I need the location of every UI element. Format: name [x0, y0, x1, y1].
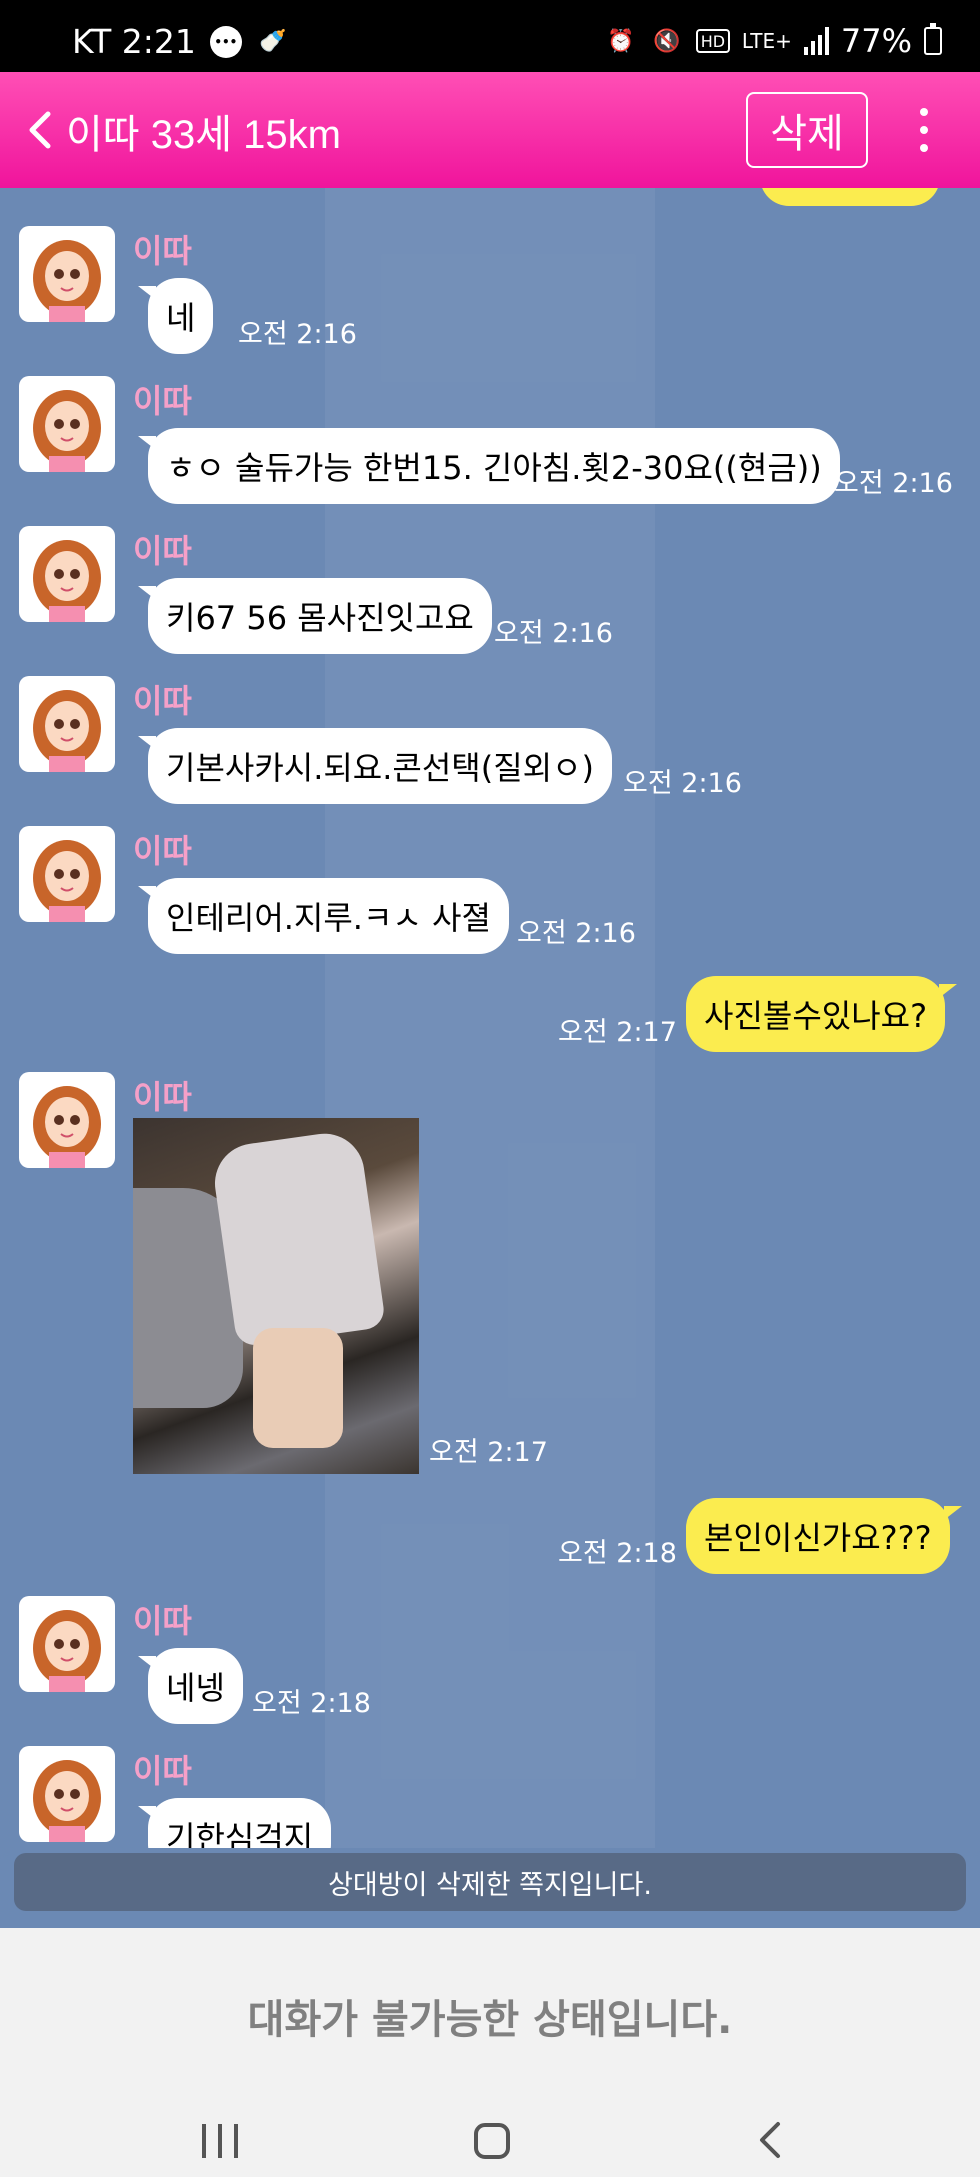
sender-name: 이따	[133, 232, 192, 270]
message-bubble[interactable]: 기본사카시.되요.콘선택(질외ㅇ)	[137, 728, 613, 804]
avatar[interactable]	[19, 676, 115, 772]
message-time: 오전 2:17	[429, 1437, 548, 1468]
avatar[interactable]	[19, 526, 115, 622]
messenger-notification-icon: •••	[209, 25, 242, 58]
message-time: 오전 2:16	[517, 918, 636, 949]
carrier-time: KT 2:21	[72, 22, 196, 61]
photo-message[interactable]	[133, 1118, 419, 1474]
avatar[interactable]	[19, 376, 115, 472]
sender-name: 이따	[133, 532, 192, 570]
sender-name: 이따	[133, 682, 192, 720]
chat-header: 이따 33세 15km 삭제	[0, 72, 980, 188]
avatar[interactable]	[19, 826, 115, 922]
sender-name: 이따	[133, 1078, 192, 1116]
recent-apps-icon[interactable]	[200, 2104, 240, 2177]
sender-name: 이따	[133, 1752, 192, 1790]
status-bar: KT 2:21 ••• 🍼 ⏰ 🔇 HD LTE+ 77%	[0, 0, 980, 72]
hd-voice-icon: HD	[695, 29, 730, 53]
mute-icon: 🔇	[653, 28, 681, 54]
nav-back-icon[interactable]	[752, 2104, 788, 2177]
message-bubble[interactable]: 키67 56 몸사진잇고요	[138, 578, 492, 654]
chat-title: 이따 33세 15km	[66, 113, 341, 157]
sender-name: 이따	[133, 832, 192, 870]
message-time: 오전 2:16	[834, 468, 953, 499]
sender-name: 이따	[133, 1602, 192, 1640]
message-bubble[interactable]: 인테리어.지루.ㅋㅅ 사졀	[138, 878, 509, 954]
my-message-bubble[interactable]: 본인이신가요???	[686, 1498, 962, 1574]
avatar[interactable]	[19, 1596, 115, 1692]
alarm-icon: ⏰	[607, 28, 635, 54]
sender-name: 이따	[133, 382, 192, 420]
cut-off-bubble	[760, 188, 940, 206]
chat-unavailable-notice: 대화가 불가능한 상태입니다.	[0, 1928, 980, 2104]
message-time: 오전 2:16	[623, 768, 742, 799]
home-icon[interactable]	[472, 2104, 512, 2177]
baby-bottle-icon: 🍼	[259, 29, 287, 54]
delete-button[interactable]: 삭제	[746, 92, 868, 168]
message-time: 오전 2:18	[252, 1688, 371, 1719]
avatar[interactable]	[19, 1746, 115, 1842]
message-time: 오전 2:16	[494, 618, 613, 649]
more-options-icon[interactable]	[914, 108, 934, 152]
my-message-bubble[interactable]: 사진볼수있나요?	[686, 976, 958, 1052]
signal-icon	[803, 27, 829, 55]
network-type: LTE+	[741, 29, 792, 53]
battery-percent: 77%	[840, 22, 912, 60]
back-arrow-icon[interactable]	[22, 108, 62, 152]
chat-area[interactable]: 이따 네 오전 2:16 이따 ㅎㅇ 술듀가능 한번15. 긴아침.횟2-30요…	[0, 188, 980, 1848]
message-time: 오전 2:18	[558, 1538, 677, 1569]
message-time: 오전 2:17	[558, 1017, 677, 1048]
avatar[interactable]	[19, 226, 115, 322]
message-time: 오전 2:16	[238, 319, 357, 350]
battery-icon	[924, 23, 942, 55]
message-bubble[interactable]: 네넹	[138, 1648, 243, 1724]
deleted-message-notice: 상대방이 삭제한 쪽지입니다.	[14, 1853, 966, 1911]
message-bubble[interactable]: 네	[137, 278, 214, 354]
message-bubble[interactable]: 기한심걱지	[137, 1798, 332, 1848]
avatar[interactable]	[19, 1072, 115, 1168]
message-bubble[interactable]: ㅎㅇ 술듀가능 한번15. 긴아침.횟2-30요((현금))	[138, 428, 840, 504]
